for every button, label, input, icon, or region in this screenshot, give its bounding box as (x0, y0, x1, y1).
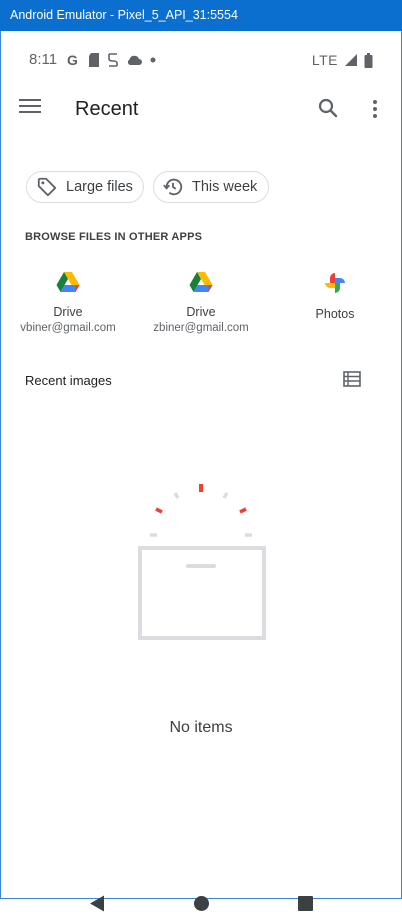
google-drive-icon (189, 272, 213, 292)
filter-chip-label: This week (192, 179, 258, 195)
search-icon[interactable] (316, 96, 340, 120)
history-icon (163, 178, 183, 196)
list-view-icon[interactable] (343, 371, 361, 387)
hamburger-menu-icon[interactable] (19, 99, 41, 117)
device-screen: 8:11 G LTE Recent Large files This week … (0, 31, 402, 912)
app-name: Drive (186, 305, 216, 319)
svg-text:G: G (67, 53, 78, 67)
system-nav-bar (1, 889, 401, 919)
signal-icon (345, 54, 357, 66)
status-time: 8:11 (29, 51, 58, 68)
dot-icon (150, 57, 156, 63)
emulator-title-bar: Android Emulator - Pixel_5_API_31:5554 (0, 0, 402, 31)
empty-state-text: No items (169, 719, 233, 736)
back-icon[interactable] (89, 895, 105, 912)
app-account: zbiner@gmail.com (153, 322, 249, 334)
network-type: LTE (311, 52, 338, 68)
google-drive-icon (56, 272, 80, 292)
filter-chip-large-files[interactable]: Large files (26, 171, 144, 203)
google-g-icon: G (67, 53, 78, 67)
app-name: Photos (315, 307, 355, 321)
storage-icon (108, 53, 118, 67)
google-photos-icon (325, 273, 345, 293)
more-vert-icon[interactable] (369, 97, 381, 121)
emulator-title: Android Emulator - Pixel_5_API_31:5554 (10, 8, 238, 22)
app-bar: Recent (1, 87, 401, 133)
status-notification-icons: G (67, 51, 157, 69)
filter-chip-label: Large files (66, 179, 133, 195)
page-title: Recent (75, 98, 139, 120)
sd-card-icon (89, 53, 99, 67)
recent-images-label: Recent images (25, 373, 112, 388)
app-item-drive-vbiner[interactable]: Drive vbiner@gmail.com (8, 271, 128, 334)
filter-chip-this-week[interactable]: This week (153, 171, 269, 203)
empty-state-illustration (138, 484, 266, 640)
status-system-icons: LTE (312, 51, 373, 69)
app-name: Drive (53, 305, 83, 319)
tag-icon (37, 177, 57, 197)
status-bar: 8:11 G LTE (1, 31, 401, 87)
recents-icon[interactable] (298, 896, 313, 911)
home-icon[interactable] (194, 896, 209, 911)
app-account: vbiner@gmail.com (20, 322, 116, 334)
cloud-icon (127, 55, 142, 65)
app-item-drive-zbiner[interactable]: Drive zbiner@gmail.com (141, 271, 261, 334)
browse-section-title: BROWSE FILES IN OTHER APPS (25, 231, 203, 243)
app-item-photos[interactable]: Photos (275, 271, 395, 321)
battery-icon (364, 52, 373, 68)
